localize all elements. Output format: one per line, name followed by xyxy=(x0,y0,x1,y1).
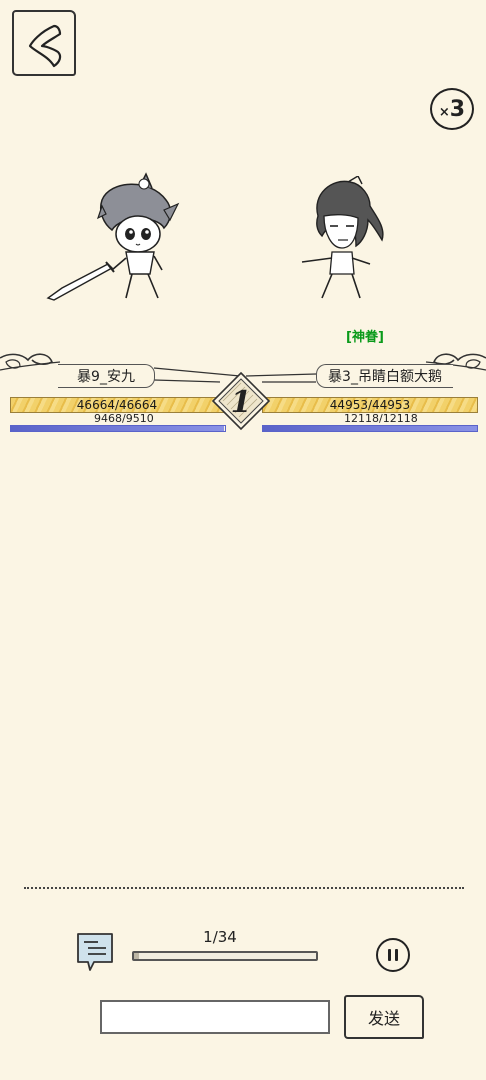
pause-icon xyxy=(388,949,391,961)
enemy-mp-fill xyxy=(263,426,477,431)
player-hp-text: 46664/46664 xyxy=(76,398,158,412)
player-character-sprite xyxy=(46,172,180,301)
enemy-hp-text: 44953/44953 xyxy=(329,398,411,412)
log-divider xyxy=(24,887,464,889)
chat-input[interactable] xyxy=(100,1000,330,1034)
speed-value: 3 xyxy=(449,96,466,122)
player-mp-text: 9468/9510 xyxy=(94,412,154,425)
pause-button[interactable] xyxy=(376,938,410,972)
enemy-hp-bar: 44953/44953 xyxy=(262,397,478,413)
enemy-status-tag: [神眷] xyxy=(346,330,384,345)
player-mp-fill xyxy=(11,426,225,431)
speed-toggle-button[interactable]: × 3 xyxy=(430,88,474,130)
battle-progress-slider[interactable] xyxy=(132,951,318,961)
enemy-mp-bar xyxy=(262,425,478,432)
chat-log-icon[interactable] xyxy=(74,930,116,972)
battle-progress-fill xyxy=(134,953,140,959)
pause-icon xyxy=(395,949,398,961)
player-name-label: 暴9_安九 xyxy=(58,364,155,388)
battle-progress-label: 1/34 xyxy=(203,928,237,946)
player-mp-bar xyxy=(10,425,226,432)
player-hp-bar: 46664/46664 xyxy=(10,397,224,413)
enemy-name-label: 暴3_吊睛白额大鹅 xyxy=(316,364,453,388)
round-number: 1 xyxy=(230,384,252,420)
enemy-mp-text: 12118/12118 xyxy=(344,412,418,425)
back-button[interactable] xyxy=(12,10,76,76)
back-arrow-icon xyxy=(28,24,62,68)
speed-prefix: × xyxy=(438,104,450,120)
send-button[interactable]: 发送 xyxy=(344,995,424,1039)
enemy-character-sprite xyxy=(301,176,384,299)
